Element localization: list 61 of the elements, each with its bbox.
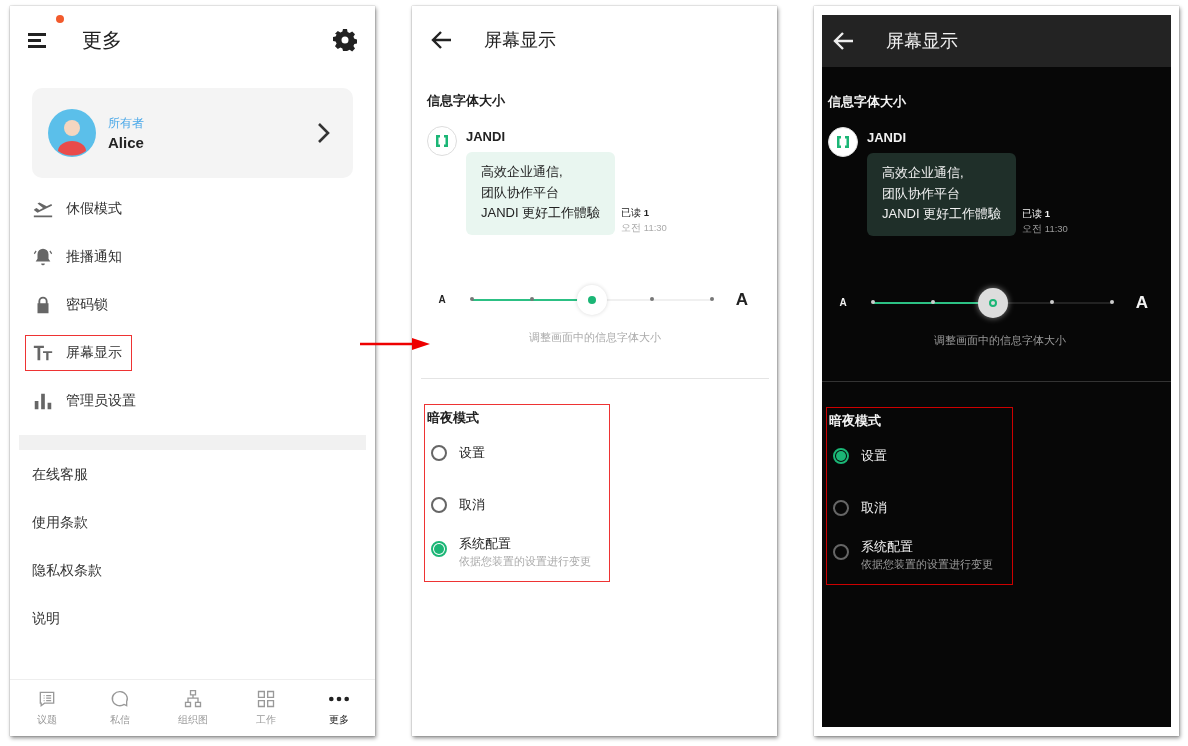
menu-item[interactable]: 密码锁 — [25, 287, 118, 323]
menu-item[interactable]: 管理员设置 — [25, 383, 146, 419]
chevron-right-icon — [317, 122, 331, 144]
role-label: 所有者 — [108, 115, 145, 132]
bracket-logo-icon — [828, 127, 858, 157]
option-label: 设置 — [861, 446, 887, 465]
read-receipt: 已读 1 — [1022, 206, 1052, 221]
message-bubble: 高效企业通信, 团队协作平台 JANDI 更好工作體驗 — [466, 152, 616, 235]
screen-title: 屏幕显示 — [484, 29, 556, 52]
option-label: 系统配置 — [861, 537, 914, 556]
section-title: 信息字体大小 — [427, 92, 506, 110]
nav-tab[interactable]: 更多 — [302, 680, 375, 736]
slider-caption: 调整画面中的信息字体大小 — [527, 329, 662, 345]
org-chart-icon — [182, 689, 203, 709]
message-bubble: 高效企业通信, 团队协作平台 JANDI 更好工作體驗 — [867, 153, 1017, 236]
option-label: 设置 — [459, 443, 485, 462]
menu-link[interactable]: 使用条款 — [10, 499, 375, 547]
read-receipt: 已读 1 — [621, 205, 651, 220]
dark-mode-title: 暗夜模式 — [427, 409, 479, 425]
radio-button[interactable] — [431, 540, 447, 557]
user-name: Alice — [108, 134, 145, 151]
screen-title: 屏幕显示 — [886, 30, 958, 53]
small-font-label: A — [437, 294, 447, 305]
radio-button[interactable] — [833, 447, 849, 464]
option-description: 依据您装置的设置进行变更 — [459, 553, 591, 569]
menu-link[interactable]: 隐私权条款 — [10, 547, 375, 595]
slider-caption: 调整画面中的信息字体大小 — [932, 332, 1067, 348]
radio-button[interactable] — [833, 543, 849, 560]
large-font-label: A — [734, 289, 750, 310]
menu-item[interactable]: 休假模式 — [25, 191, 132, 227]
screen-title: 更多 — [82, 27, 123, 53]
notification-dot — [56, 15, 64, 23]
sender-name: JANDI — [867, 130, 907, 146]
grid-icon — [255, 689, 276, 709]
bell-icon — [32, 246, 54, 268]
dark-mode-title: 暗夜模式 — [829, 412, 881, 428]
section-title: 信息字体大小 — [828, 93, 907, 111]
pointer-arrow — [360, 337, 430, 351]
settings-icon[interactable] — [333, 28, 357, 52]
radio-button[interactable] — [431, 496, 447, 513]
radio-button[interactable] — [431, 444, 447, 461]
menu-item[interactable]: 屏幕显示 — [25, 335, 132, 371]
more-dots-icon — [328, 696, 349, 702]
small-font-label: A — [838, 297, 848, 308]
menu-item[interactable]: 推播通知 — [25, 239, 132, 275]
option-label: 取消 — [861, 498, 887, 517]
option-label: 取消 — [459, 495, 485, 514]
large-font-label: A — [1134, 292, 1150, 313]
menu-link[interactable]: 在线客服 — [10, 451, 375, 499]
option-description: 依据您装置的设置进行变更 — [861, 556, 993, 572]
menu-icon[interactable] — [28, 32, 48, 48]
message-time: 오전 11:30 — [621, 220, 667, 235]
option-label: 系统配置 — [459, 534, 512, 553]
radio-button[interactable] — [833, 499, 849, 516]
chat-bubble-icon — [109, 689, 130, 709]
bracket-logo-icon — [427, 126, 457, 156]
avatar-silhouette — [48, 109, 96, 157]
message-time: 오전 11:30 — [1022, 221, 1068, 236]
menu-link[interactable]: 说明 — [10, 595, 375, 643]
sender-name: JANDI — [466, 129, 506, 145]
profile-card[interactable]: 所有者 Alice — [32, 88, 353, 178]
